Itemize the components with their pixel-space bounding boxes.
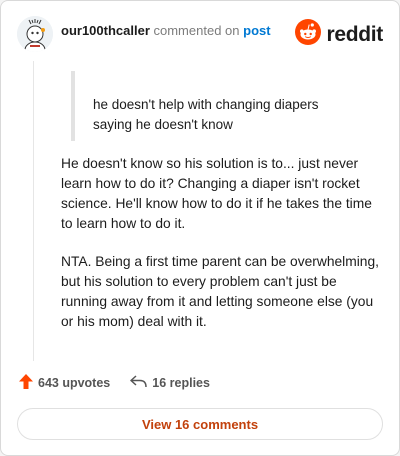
- quote-text: he doesn't help with changing diapers sa…: [93, 97, 319, 132]
- comment-paragraph-1: He doesn't know so his solution is to...…: [61, 156, 372, 231]
- avatar[interactable]: [17, 16, 53, 52]
- thread-line: [33, 61, 34, 361]
- replies-button[interactable]: 16 replies: [130, 375, 210, 391]
- reply-arrow-icon: [130, 375, 152, 391]
- post-link[interactable]: post: [243, 23, 270, 38]
- reddit-snoo-icon: [295, 19, 322, 50]
- view-comments-button[interactable]: View 16 comments: [17, 408, 383, 440]
- quoted-text: he doesn't help with changing diapers sa…: [71, 71, 365, 141]
- comment-header: our100thcaller commented on post reddit: [17, 15, 383, 53]
- upvote-count: 643 upvotes: [38, 376, 111, 390]
- reddit-logo[interactable]: reddit: [295, 19, 383, 50]
- reddit-wordmark: reddit: [326, 22, 383, 46]
- upvote-button[interactable]: 643 upvotes: [19, 374, 110, 392]
- replies-count: 16 replies: [152, 376, 210, 390]
- commented-on-label: commented on: [153, 23, 240, 38]
- username-link[interactable]: our100thcaller: [61, 23, 150, 38]
- header-text: our100thcaller commented on post: [61, 23, 271, 39]
- comment-card: our100thcaller commented on post reddit: [0, 0, 400, 456]
- upvote-arrow-icon: [19, 374, 38, 392]
- comment-actions: 643 upvotes 16 replies: [19, 374, 210, 392]
- comment-paragraph-2: NTA. Being a first time parent can be ov…: [61, 254, 379, 329]
